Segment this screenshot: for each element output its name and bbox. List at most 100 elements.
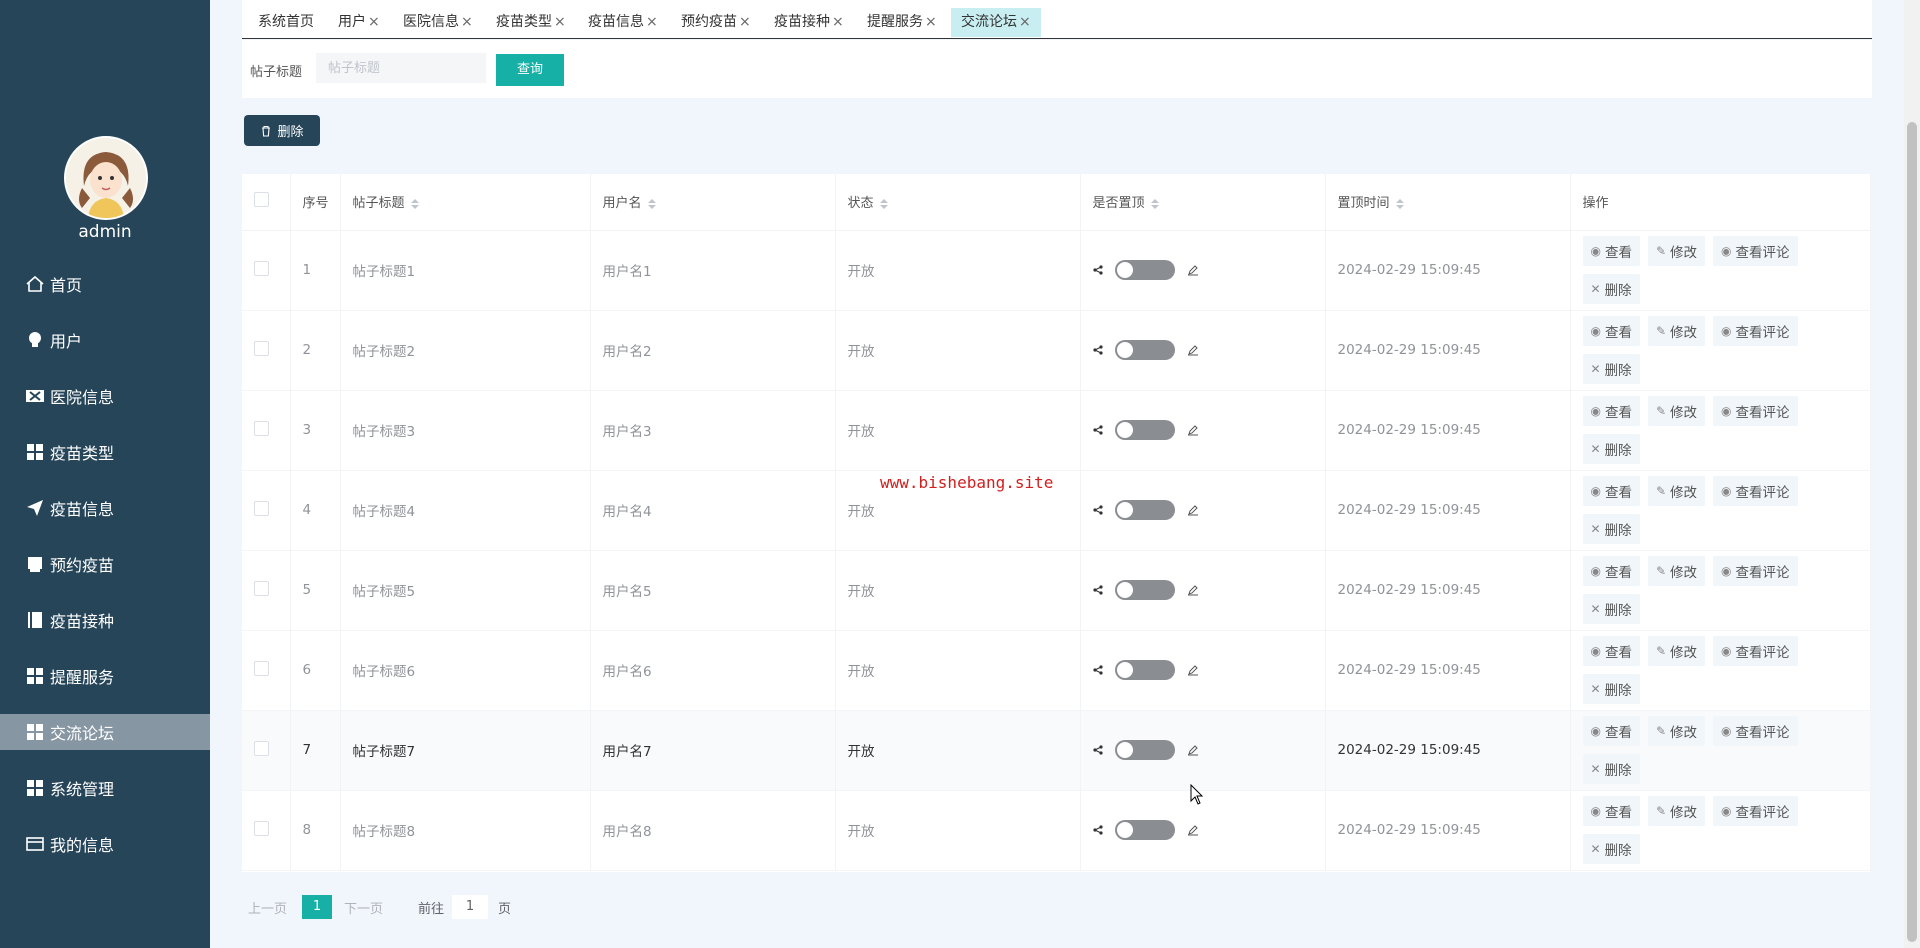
column-header[interactable]: 置顶时间	[1325, 174, 1571, 231]
sidebar-item-reservation[interactable]: 预约疫苗	[0, 546, 210, 582]
table-row[interactable]: 8 帖子标题8 用户名8 开放 2024-02-29 15:09:45 ◉ 查看 ✎ 修改 ◉ 查看…	[242, 790, 1871, 871]
tab-users[interactable]: 用户 ×	[338, 8, 380, 37]
pin-toggle[interactable]	[1114, 660, 1175, 680]
column-header[interactable]: 状态	[835, 174, 1081, 231]
table-row[interactable]: 2 帖子标题2 用户名2 开放 2024-02-29 15:09:45 ◉ 查看 ✎ 修改 ◉ 查看…	[242, 310, 1871, 391]
edit-button[interactable]: ✎ 修改	[1647, 396, 1706, 426]
tab-hospital[interactable]: 医院信息 ×	[403, 8, 473, 37]
column-header[interactable]: 是否置顶	[1080, 174, 1326, 231]
view-button[interactable]: ◉ 查看	[1582, 396, 1640, 426]
row-checkbox[interactable]	[254, 660, 269, 676]
tab-forum[interactable]: 交流论坛 ×	[951, 8, 1041, 37]
row-checkbox[interactable]	[254, 260, 269, 276]
sidebar-item-home[interactable]: 首页	[0, 266, 210, 302]
edit-button[interactable]: ✎ 修改	[1647, 316, 1706, 346]
batch-delete-button[interactable]: 删除	[244, 115, 320, 146]
tab-reservation[interactable]: 预约疫苗 ×	[681, 8, 751, 37]
row-checkbox[interactable]	[254, 580, 269, 596]
edit-pen-icon[interactable]	[1187, 664, 1199, 676]
edit-pen-icon[interactable]	[1187, 264, 1199, 276]
view-button[interactable]: ◉ 查看	[1582, 716, 1640, 746]
prev-page-button[interactable]: 上一页	[248, 898, 292, 917]
sort-icon[interactable]	[1150, 198, 1159, 209]
pin-toggle[interactable]	[1114, 740, 1175, 760]
edit-pen-icon[interactable]	[1187, 424, 1199, 436]
edit-button[interactable]: ✎ 修改	[1647, 556, 1706, 586]
edit-button[interactable]: ✎ 修改	[1647, 236, 1706, 266]
view-comments-button[interactable]: ◉ 查看评论	[1713, 636, 1798, 666]
sort-icon[interactable]	[647, 198, 656, 209]
view-button[interactable]: ◉ 查看	[1582, 476, 1640, 506]
scrollbar-thumb[interactable]	[1907, 122, 1917, 942]
next-page-button[interactable]: 下一页	[344, 898, 398, 917]
sidebar-item-hospital[interactable]: 医院信息	[0, 378, 210, 414]
edit-pen-icon[interactable]	[1187, 504, 1199, 516]
scrollbar[interactable]	[1904, 0, 1920, 948]
delete-button[interactable]: ✕ 删除	[1582, 434, 1640, 464]
avatar[interactable]	[64, 136, 148, 220]
close-icon[interactable]: ×	[368, 14, 380, 30]
pin-toggle[interactable]	[1114, 500, 1175, 520]
pin-toggle[interactable]	[1114, 580, 1175, 600]
view-comments-button[interactable]: ◉ 查看评论	[1713, 476, 1798, 506]
sort-icon[interactable]	[879, 198, 888, 209]
sidebar-item-vaccine-info[interactable]: 疫苗信息	[0, 490, 210, 526]
close-icon[interactable]: ×	[646, 14, 658, 30]
column-header[interactable]: 帖子标题	[340, 174, 591, 231]
view-button[interactable]: ◉ 查看	[1582, 636, 1640, 666]
table-row[interactable]: 1 帖子标题1 用户名1 开放 2024-02-29 15:09:45 ◉ 查看 ✎ 修改 ◉ 查看…	[242, 230, 1871, 311]
edit-button[interactable]: ✎ 修改	[1647, 716, 1706, 746]
delete-button[interactable]: ✕ 删除	[1582, 674, 1640, 704]
tab-vaccine-type[interactable]: 疫苗类型 ×	[496, 8, 566, 37]
sidebar-item-system[interactable]: 系统管理	[0, 770, 210, 806]
edit-button[interactable]: ✎ 修改	[1647, 796, 1706, 826]
tab-reminder[interactable]: 提醒服务 ×	[867, 8, 937, 37]
pin-toggle[interactable]	[1114, 340, 1175, 360]
sidebar-item-users[interactable]: 用户	[0, 322, 210, 358]
view-comments-button[interactable]: ◉ 查看评论	[1713, 396, 1798, 426]
row-checkbox[interactable]	[254, 820, 269, 836]
table-row[interactable]: 6 帖子标题6 用户名6 开放 2024-02-29 15:09:45 ◉ 查看 ✎ 修改 ◉ 查看…	[242, 630, 1871, 711]
sort-icon[interactable]	[1395, 198, 1404, 209]
view-comments-button[interactable]: ◉ 查看评论	[1713, 796, 1798, 826]
column-header[interactable]: 用户名	[590, 174, 836, 231]
close-icon[interactable]: ×	[925, 14, 937, 30]
close-icon[interactable]: ×	[461, 14, 473, 30]
sidebar-item-profile[interactable]: 我的信息	[0, 826, 210, 862]
delete-button[interactable]: ✕ 删除	[1582, 834, 1640, 864]
tab-vaccination[interactable]: 疫苗接种 ×	[774, 8, 844, 37]
view-button[interactable]: ◉ 查看	[1582, 316, 1640, 346]
pin-toggle[interactable]	[1114, 420, 1175, 440]
row-checkbox[interactable]	[254, 740, 269, 756]
view-button[interactable]: ◉ 查看	[1582, 796, 1640, 826]
delete-button[interactable]: ✕ 删除	[1582, 514, 1640, 544]
edit-button[interactable]: ✎ 修改	[1647, 636, 1706, 666]
view-button[interactable]: ◉ 查看	[1582, 236, 1640, 266]
view-comments-button[interactable]: ◉ 查看评论	[1713, 316, 1798, 346]
view-comments-button[interactable]: ◉ 查看评论	[1713, 716, 1798, 746]
sort-icon[interactable]	[410, 198, 419, 209]
view-comments-button[interactable]: ◉ 查看评论	[1713, 236, 1798, 266]
sidebar-item-reminder[interactable]: 提醒服务	[0, 658, 210, 694]
goto-page-input[interactable]: 1	[452, 895, 489, 919]
table-row[interactable]: 7 帖子标题7 用户名7 开放 2024-02-29 15:09:45 ◉ 查看 ✎ 修改 ◉ 查看…	[242, 710, 1871, 791]
edit-pen-icon[interactable]	[1187, 824, 1199, 836]
close-icon[interactable]: ×	[1019, 14, 1031, 30]
sidebar-item-vaccination[interactable]: 疫苗接种	[0, 602, 210, 638]
table-row[interactable]: 4 帖子标题4 用户名4 开放 2024-02-29 15:09:45 ◉ 查看 ✎ 修改 ◉ 查看…	[242, 470, 1871, 551]
close-icon[interactable]: ×	[739, 14, 751, 30]
edit-pen-icon[interactable]	[1187, 744, 1199, 756]
view-comments-button[interactable]: ◉ 查看评论	[1713, 556, 1798, 586]
sidebar-item-vaccine-type[interactable]: 疫苗类型	[0, 434, 210, 470]
delete-button[interactable]: ✕ 删除	[1582, 274, 1640, 304]
close-icon[interactable]: ×	[832, 14, 844, 30]
pin-toggle[interactable]	[1114, 820, 1175, 840]
row-checkbox[interactable]	[254, 340, 269, 356]
delete-button[interactable]: ✕ 删除	[1582, 354, 1640, 384]
delete-button[interactable]: ✕ 删除	[1582, 754, 1640, 784]
edit-button[interactable]: ✎ 修改	[1647, 476, 1706, 506]
row-checkbox[interactable]	[254, 420, 269, 436]
edit-pen-icon[interactable]	[1187, 584, 1199, 596]
sidebar-item-forum[interactable]: 交流论坛	[0, 714, 210, 750]
view-button[interactable]: ◉ 查看	[1582, 556, 1640, 586]
